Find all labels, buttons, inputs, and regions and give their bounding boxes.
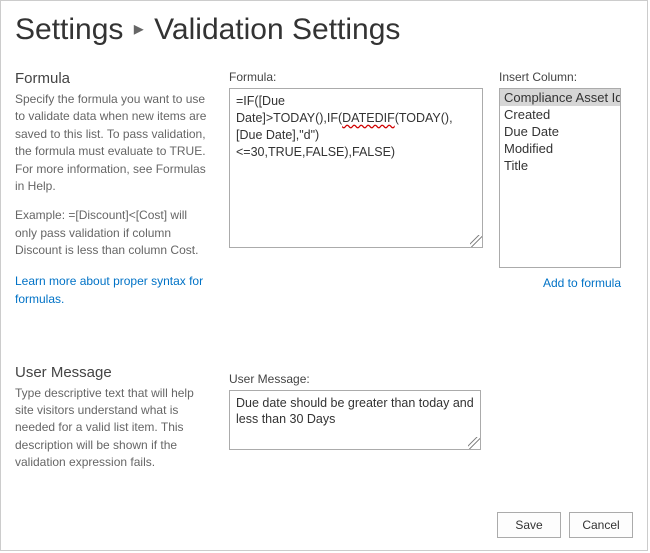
- breadcrumb: Settings ▸ Validation Settings: [15, 13, 633, 46]
- insert-column-listbox[interactable]: Compliance Asset Id Created Due Date Mod…: [499, 88, 621, 268]
- resize-grip-icon[interactable]: [470, 235, 482, 247]
- user-message-input[interactable]: Due date should be greater than today an…: [229, 390, 481, 450]
- user-message-main: User Message: Due date should be greater…: [229, 364, 633, 484]
- insert-column-label: Insert Column:: [499, 70, 621, 84]
- formula-section: Formula Specify the formula you want to …: [15, 70, 633, 308]
- formula-example: Example: =[Discount]<[Cost] will only pa…: [15, 207, 211, 259]
- cancel-button[interactable]: Cancel: [569, 512, 633, 538]
- list-item[interactable]: Modified: [500, 140, 620, 157]
- list-item[interactable]: Compliance Asset Id: [500, 89, 620, 106]
- formula-text-pre: =IF([Due Date]>TODAY(),IF(: [236, 94, 342, 125]
- formula-description: Specify the formula you want to use to v…: [15, 91, 211, 195]
- add-to-formula-link[interactable]: Add to formula: [499, 276, 621, 290]
- formula-side-info: Formula Specify the formula you want to …: [15, 70, 211, 308]
- formula-label: Formula:: [229, 70, 483, 84]
- save-button[interactable]: Save: [497, 512, 561, 538]
- button-bar: Save Cancel: [497, 512, 633, 538]
- formula-text-error: DATEDIF: [342, 111, 395, 125]
- user-message-section: User Message Type descriptive text that …: [15, 364, 633, 484]
- chevron-right-icon: ▸: [134, 18, 144, 40]
- validation-settings-page: Settings ▸ Validation Settings Formula S…: [0, 0, 648, 551]
- user-message-side-info: User Message Type descriptive text that …: [15, 364, 211, 484]
- formula-input[interactable]: =IF([Due Date]>TODAY(),IF(DATEDIF(TODAY(…: [229, 88, 483, 248]
- formula-syntax-link[interactable]: Learn more about proper syntax for formu…: [15, 274, 203, 306]
- breadcrumb-page-title: Validation Settings: [154, 13, 400, 46]
- user-message-side-title: User Message: [15, 364, 211, 381]
- user-message-description: Type descriptive text that will help sit…: [15, 385, 211, 472]
- user-message-text: Due date should be greater than today an…: [236, 396, 474, 427]
- formula-side-title: Formula: [15, 70, 211, 87]
- formula-field: Formula: =IF([Due Date]>TODAY(),IF(DATED…: [229, 70, 483, 290]
- list-item[interactable]: Due Date: [500, 123, 620, 140]
- insert-column-field: Insert Column: Compliance Asset Id Creat…: [499, 70, 621, 290]
- user-message-label: User Message:: [229, 372, 633, 386]
- resize-grip-icon[interactable]: [468, 437, 480, 449]
- formula-main: Formula: =IF([Due Date]>TODAY(),IF(DATED…: [229, 70, 633, 308]
- breadcrumb-settings[interactable]: Settings: [15, 13, 123, 46]
- list-item[interactable]: Created: [500, 106, 620, 123]
- list-item[interactable]: Title: [500, 157, 620, 174]
